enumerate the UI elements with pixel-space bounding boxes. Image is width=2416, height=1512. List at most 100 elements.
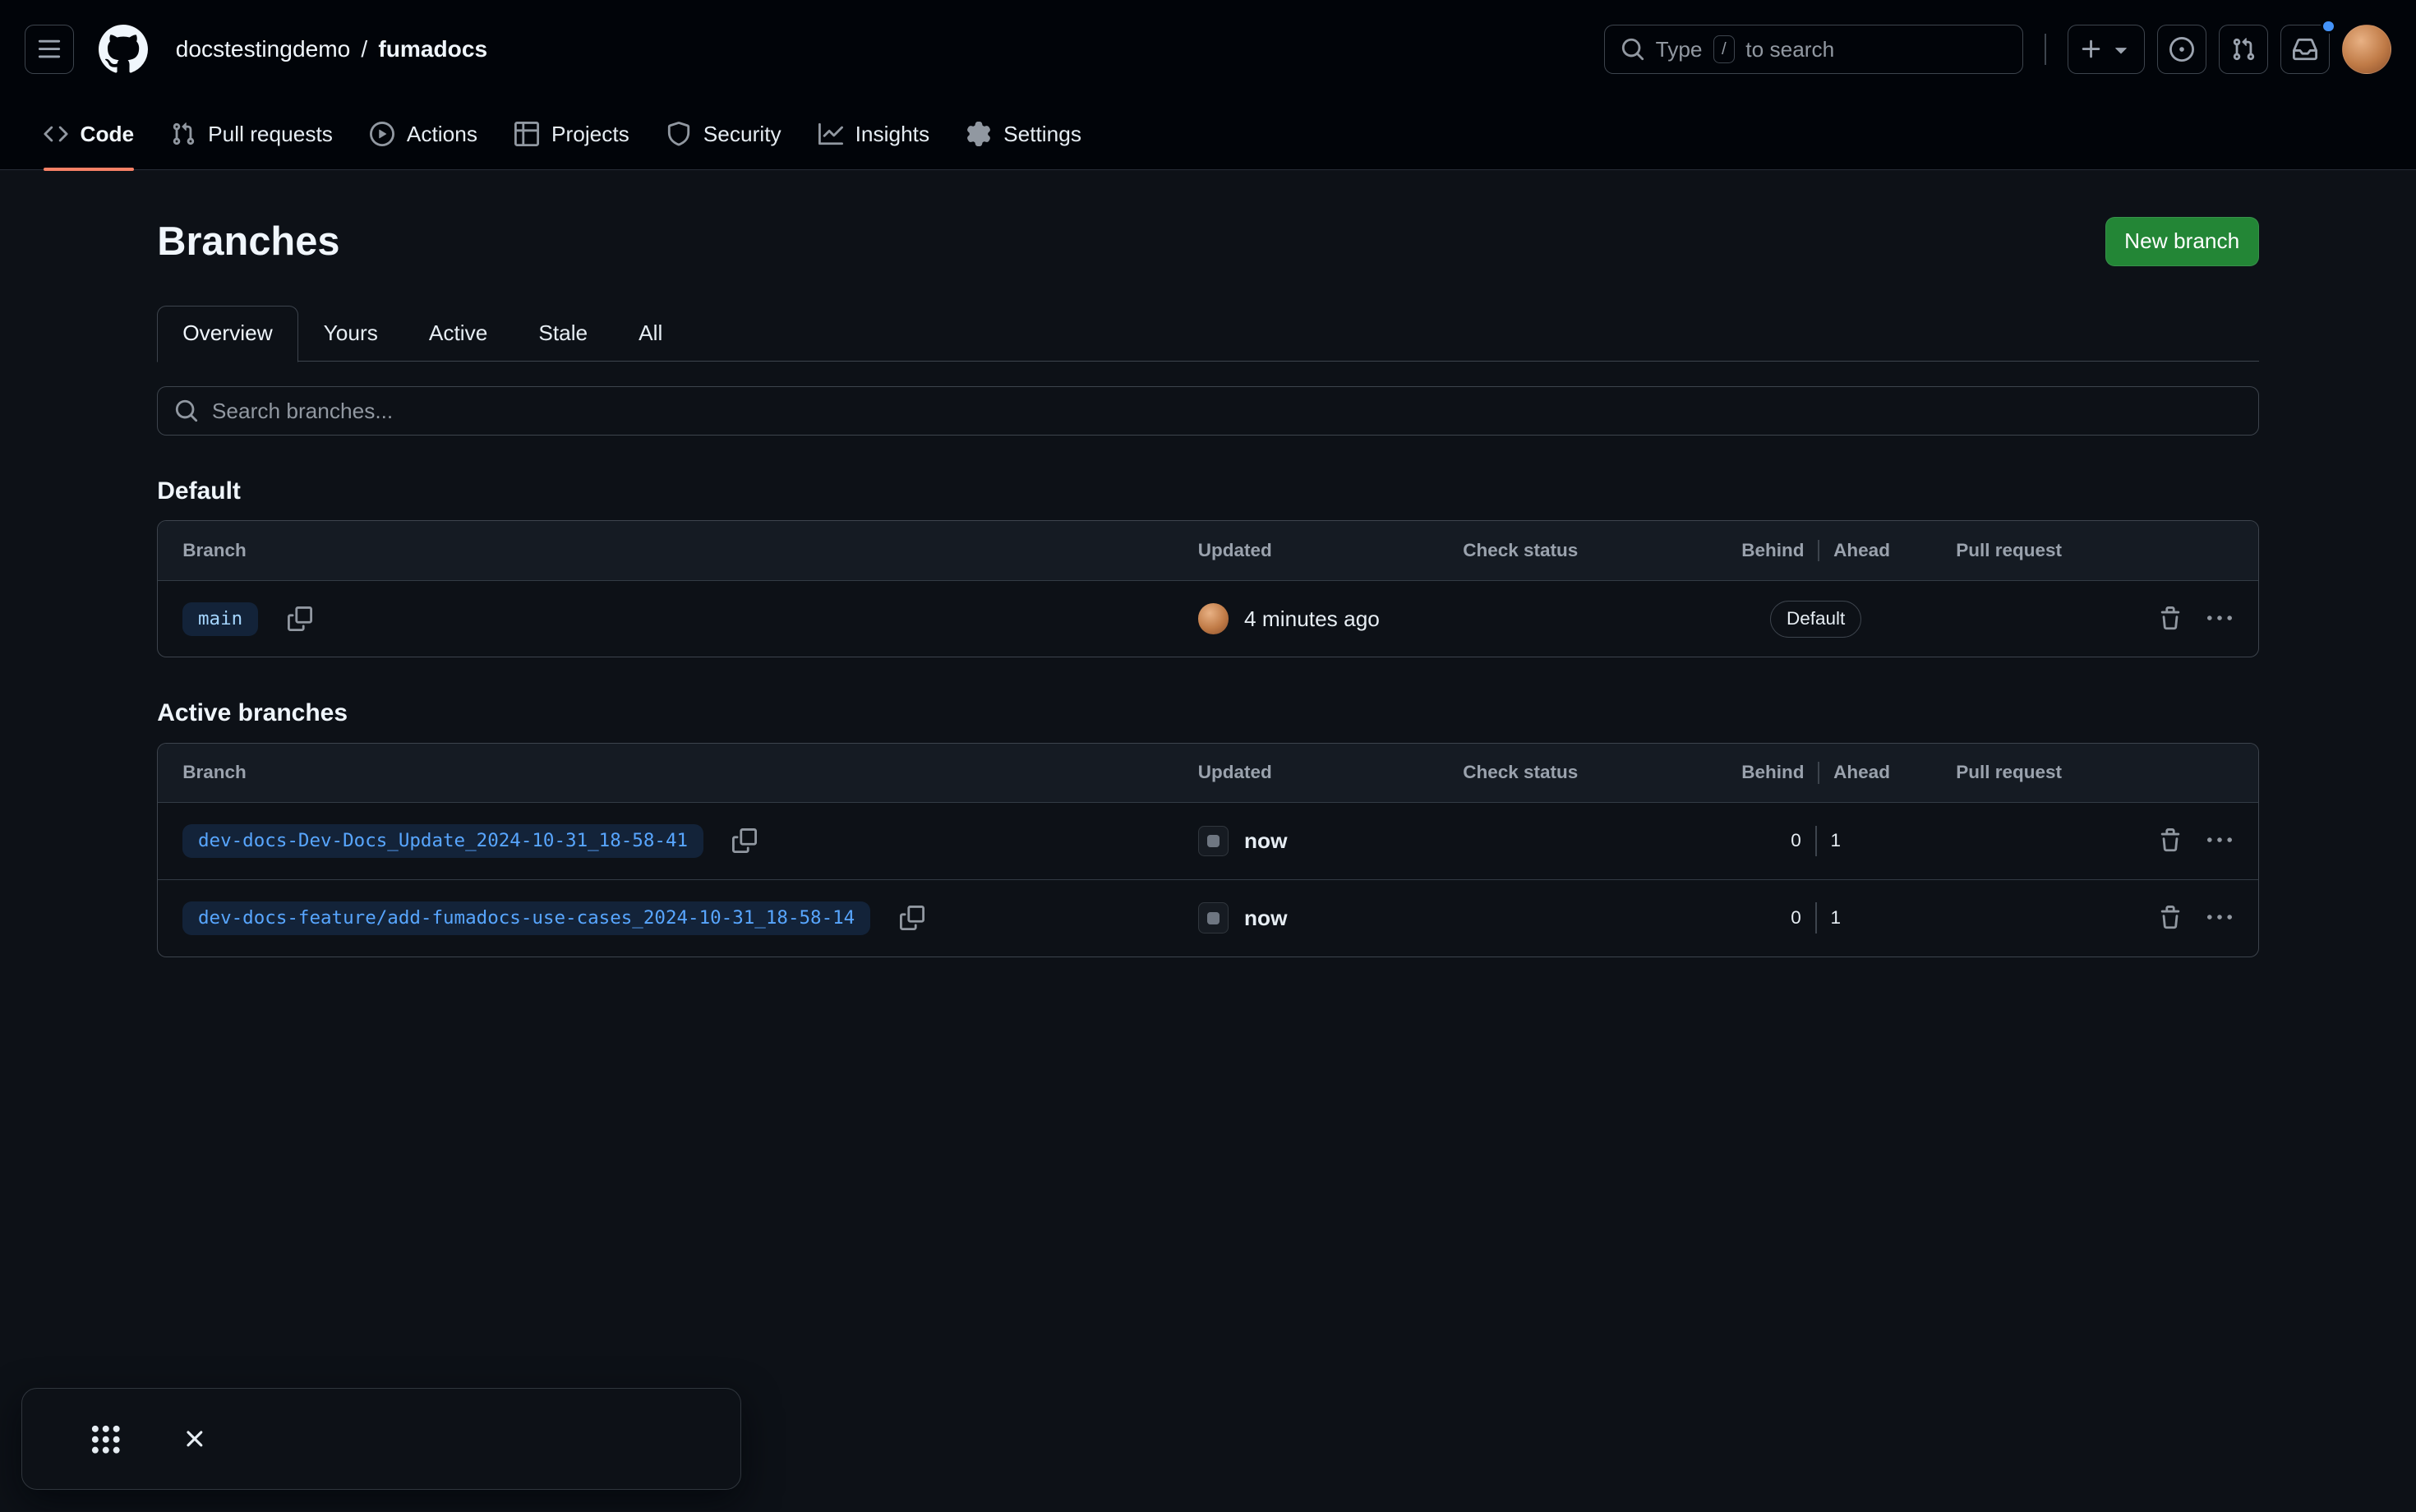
github-logo[interactable] [99,25,148,74]
create-new-button[interactable] [2068,25,2145,74]
row-actions [1919,599,2258,639]
tab-label: Projects [551,122,629,147]
col-pull-request: Pull request [1919,762,2258,783]
tab-settings[interactable]: Settings [954,99,1094,169]
updated-cell: now [1198,902,1464,933]
delete-branch-button[interactable] [2151,821,2191,861]
tab-label: Security [703,122,782,147]
global-header: docstestingdemo / fumadocs Type / to sea… [0,0,2416,99]
branch-name-link[interactable]: main [182,602,258,636]
updated-cell: now [1198,826,1464,857]
projects-icon [514,122,539,146]
tab-label: Pull requests [208,122,333,147]
trash-icon [2158,906,2183,930]
tab-all[interactable]: All [613,306,688,361]
ahead-count: 1 [1830,907,1841,929]
committer-avatar[interactable] [1198,603,1229,634]
branches-tabnav: Overview Yours Active Stale All [157,306,2259,362]
breadcrumb-repo[interactable]: fumadocs [378,36,487,62]
breadcrumb-separator: / [361,36,367,62]
col-branch: Branch [158,762,1198,783]
repo-nav: Code Pull requests Actions Projects [0,99,2416,170]
close-icon [181,1425,209,1453]
kebab-icon [2207,906,2232,930]
tab-pull-requests[interactable]: Pull requests [159,99,345,169]
search-placeholder-suffix: to search [1745,37,1834,62]
row-actions [1919,898,2258,938]
behind-count: 0 [1791,830,1801,851]
committer-avatar[interactable] [1198,826,1229,857]
row-menu-button[interactable] [2200,898,2240,938]
branch-name-link[interactable]: dev-docs-Dev-Docs_Update_2024-10-31_18-5… [182,824,703,858]
plus-icon [2079,37,2104,62]
inbox-icon [2293,37,2317,62]
tab-label: Code [81,122,135,147]
row-menu-button[interactable] [2200,821,2240,861]
row-actions [1919,821,2258,861]
updated-cell: 4 minutes ago [1198,603,1464,634]
copy-icon [900,906,924,930]
tab-yours[interactable]: Yours [298,306,403,361]
user-avatar[interactable] [2342,25,2391,74]
breadcrumb-owner[interactable]: docstestingdemo [176,36,351,62]
branch-cell: dev-docs-feature/add-fumadocs-use-cases_… [158,898,1198,938]
hamburger-icon [37,37,62,62]
col-behind: Behind [1741,540,1804,561]
kebab-icon [2207,828,2232,853]
table-header-row: Branch Updated Check status Behind Ahead… [158,521,2258,579]
updated-time: now [1244,906,1288,931]
header-divider [2045,34,2046,65]
tab-stale[interactable]: Stale [513,306,613,361]
delete-branch-button[interactable] [2151,898,2191,938]
tab-actions[interactable]: Actions [357,99,490,169]
notifications-button[interactable] [2280,25,2330,74]
hamburger-button[interactable] [25,25,74,74]
ahead-count: 1 [1830,830,1841,851]
active-section-heading: Active branches [157,699,2259,727]
kebab-icon [2207,606,2232,631]
behind-ahead-cell: 0 1 [1713,826,1919,857]
tab-projects[interactable]: Projects [502,99,642,169]
delete-branch-button[interactable] [2151,599,2191,639]
behind-ahead-cell: Default [1713,601,1919,638]
page-title: Branches [157,219,339,265]
column-divider [1818,762,1819,783]
settings-icon [966,122,991,146]
copy-branch-button[interactable] [725,821,765,861]
search-placeholder-prefix: Type [1656,37,1703,62]
search-icon [174,399,199,423]
table-row: main 4 minutes ago Default [158,580,2258,657]
insights-icon [818,122,843,146]
tab-overview[interactable]: Overview [157,306,297,362]
branch-cell: dev-docs-Dev-Docs_Update_2024-10-31_18-5… [158,821,1198,861]
pull-requests-button[interactable] [2219,25,2268,74]
tab-security[interactable]: Security [654,99,794,169]
search-icon [1621,37,1645,62]
caret-down-icon [2109,37,2133,62]
column-divider [1818,540,1819,561]
branch-search-input[interactable] [157,386,2259,436]
col-ahead: Ahead [1833,762,1890,783]
tab-code[interactable]: Code [31,99,147,169]
trash-icon [2158,606,2183,631]
issues-button[interactable] [2157,25,2206,74]
new-branch-button[interactable]: New branch [2105,217,2259,266]
tab-insights[interactable]: Insights [806,99,942,169]
copy-branch-button[interactable] [279,599,320,639]
branch-name-link[interactable]: dev-docs-feature/add-fumadocs-use-cases_… [182,901,870,935]
tab-active[interactable]: Active [403,306,513,361]
floating-toolbar [21,1388,741,1490]
behind-ahead-cell: 0 1 [1713,902,1919,933]
tab-label: Insights [855,122,929,147]
global-search-input[interactable]: Type / to search [1604,25,2023,74]
col-updated: Updated [1198,762,1464,783]
close-toolbar-button[interactable] [170,1414,219,1464]
column-divider [1815,902,1817,933]
apps-grid-button[interactable] [81,1414,131,1464]
copy-branch-button[interactable] [892,898,932,938]
row-menu-button[interactable] [2200,599,2240,639]
committer-avatar[interactable] [1198,902,1229,933]
tab-label: Settings [1003,122,1081,147]
col-behind-ahead: Behind Ahead [1713,762,1919,783]
copy-icon [288,606,312,631]
